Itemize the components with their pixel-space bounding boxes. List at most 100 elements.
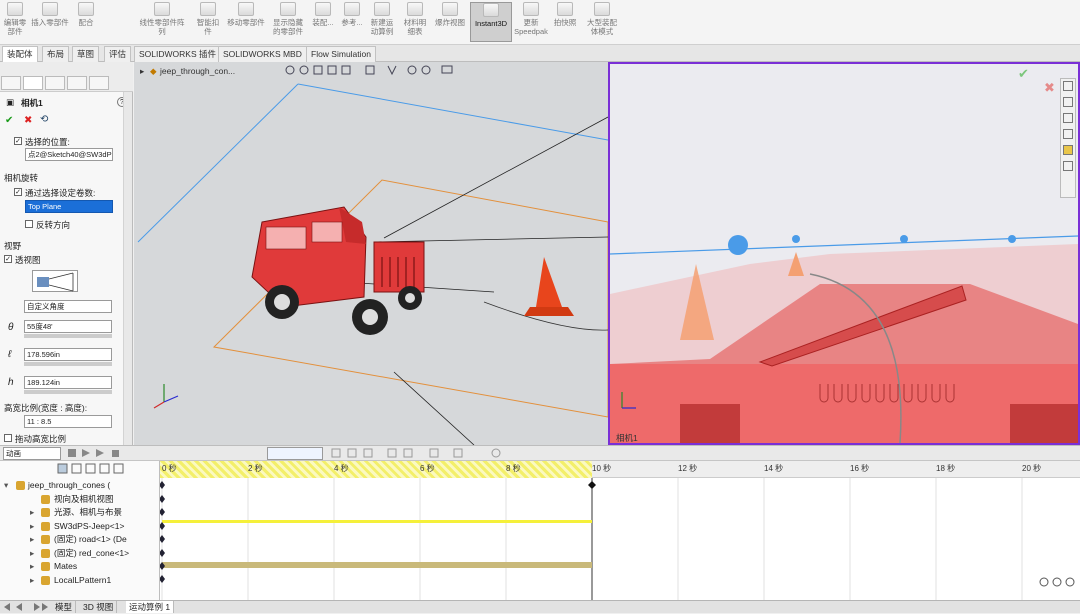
ribbon-button-label: 编辑零 部件 [3, 18, 27, 36]
ribbon-button-6[interactable]: 显示隐藏 的零部件 [270, 2, 306, 42]
motion-tools[interactable] [330, 448, 510, 459]
search-icon[interactable] [1063, 129, 1073, 139]
tree-row[interactable]: ▸ (固定) red_cone<1> [0, 547, 160, 560]
expand-toggle[interactable]: ▸ [30, 574, 34, 587]
rotation-selection[interactable]: Top Plane [25, 200, 113, 213]
task-pane-tabs[interactable] [1060, 78, 1076, 198]
expand-toggle[interactable]: ▸ [30, 547, 34, 560]
timeline-area[interactable]: 0 秒 2 秒 4 秒 6 秒 8 秒 10 秒 12 秒 14 秒 16 秒 18 秒 20 秒 [160, 461, 1080, 600]
tree-row[interactable]: ▸ (固定) road<1> (De [0, 533, 160, 546]
tab-1[interactable]: 布局 [42, 46, 70, 62]
assembly-icon [16, 481, 25, 490]
triad-axes [153, 384, 179, 409]
theta-field[interactable]: 55度48' [24, 320, 112, 333]
study-type-select[interactable]: 动画 [3, 447, 61, 460]
ribbon-button-1[interactable]: 插入零部件 [30, 2, 70, 42]
perspective-checkbox[interactable]: ✓ [4, 255, 12, 263]
playback-speed-select[interactable] [267, 447, 323, 460]
aspect-select[interactable]: 11 : 8.5 [24, 415, 112, 428]
bottom-tab-0[interactable]: 模型 [52, 601, 77, 613]
ribbon-button-5[interactable]: 移动零部件 [226, 2, 266, 42]
ribbon-tool-icon [483, 3, 499, 17]
display-manager-tab[interactable] [89, 76, 109, 90]
tab-3[interactable]: 评估 [104, 46, 132, 62]
theta-symbol: θ [8, 322, 14, 333]
position-checkbox[interactable]: ✓ [14, 137, 22, 145]
time-tick-label: 12 秒 [678, 464, 698, 473]
tab-2[interactable]: 草图 [72, 46, 100, 62]
tree-row[interactable]: ▸ 光源、相机与布景 [0, 506, 160, 519]
tree-row[interactable]: ▸ SW3dPS-Jeep<1> [0, 520, 160, 533]
timeline-ruler[interactable]: 0 秒 2 秒 4 秒 6 秒 8 秒 10 秒 12 秒 14 秒 16 秒 18 秒 20 秒 [160, 461, 1080, 478]
height-field[interactable]: 189.124in [24, 376, 112, 389]
ribbon-button-15[interactable]: 大型装配 体模式 [582, 2, 622, 42]
bottom-tab-2[interactable]: 运动算例 1 [126, 601, 175, 613]
height-slider[interactable] [24, 390, 112, 394]
ribbon-tool-icon [442, 2, 458, 16]
cancel-button[interactable]: ✖ [24, 115, 32, 126]
ribbon-button-11[interactable]: 爆炸视图 [432, 2, 468, 42]
keyframe-end [588, 481, 596, 489]
ribbon-button-2[interactable]: 配合 [74, 2, 98, 42]
tab-4[interactable]: SOLIDWORKS 插件 [134, 46, 221, 62]
expand-toggle[interactable]: ▾ [4, 479, 8, 492]
view-mode-select[interactable]: 自定义角度 [24, 300, 112, 313]
file-explorer-icon[interactable] [1063, 113, 1073, 123]
property-manager-tab[interactable] [23, 76, 43, 90]
flip-checkbox[interactable] [25, 220, 33, 228]
timeline-zoom-controls[interactable] [1038, 576, 1078, 588]
pushpin-button[interactable]: ⟲ [40, 114, 48, 125]
tree-filter-toolbar[interactable] [56, 463, 160, 475]
library-icon[interactable] [1063, 97, 1073, 107]
graphics-area[interactable]: ▸ ◆ jeep_through_con... [134, 62, 608, 445]
camera-viewport[interactable]: 相机1 ✔ ✖ [608, 62, 1080, 445]
ribbon-button-4[interactable]: 智能扣 件 [194, 2, 222, 42]
keyframe-start [160, 508, 165, 516]
custom-properties-icon[interactable] [1063, 161, 1073, 171]
drag-aspect-checkbox[interactable] [4, 434, 12, 442]
timeline-tracks[interactable] [160, 478, 1080, 600]
time-tick-label: 16 秒 [850, 464, 870, 473]
tree-row[interactable]: ▸ Mates [0, 560, 160, 573]
ribbon-button-label: 新建运 动算例 [370, 18, 394, 36]
distance-slider[interactable] [24, 362, 112, 366]
ribbon-button-12[interactable]: Instant3D [470, 2, 512, 42]
ribbon-button-7[interactable]: 装配... [310, 2, 336, 42]
expand-toggle[interactable]: ▸ [30, 520, 34, 533]
dimxpert-tab[interactable] [67, 76, 87, 90]
ribbon-button-3[interactable]: 线性零部件阵 列 [134, 2, 190, 42]
ribbon-button-10[interactable]: 材料明 细表 [402, 2, 428, 42]
tab-scroll-arrows[interactable] [2, 602, 48, 612]
home-icon[interactable] [1063, 81, 1073, 91]
ribbon-button-8[interactable]: 参考... [340, 2, 364, 42]
ribbon-button-0[interactable]: 编辑零 部件 [2, 2, 28, 42]
expand-toggle[interactable]: ▸ [30, 533, 34, 546]
ribbon-button-9[interactable]: 新建运 动算例 [368, 2, 396, 42]
distance-field[interactable]: 178.596in [24, 348, 112, 361]
theta-slider[interactable] [24, 334, 112, 338]
pm-scrollbar[interactable] [123, 92, 132, 445]
bottom-tab-1[interactable]: 3D 视图 [80, 601, 118, 613]
tree-row[interactable]: ▸ LocalLPattern1 [0, 574, 160, 587]
rotation-checkbox[interactable]: ✓ [14, 188, 22, 196]
playback-controls[interactable] [68, 448, 130, 459]
appearance-icon[interactable] [1063, 145, 1073, 155]
ribbon-button-13[interactable]: 更新 Speedpak [512, 2, 550, 42]
confirm-corner-ok[interactable]: ✔ [1018, 66, 1029, 82]
feature-manager-tab[interactable] [1, 76, 21, 90]
confirm-corner-cancel[interactable]: ✖ [1044, 80, 1055, 96]
tree-row[interactable]: 视向及相机视图 [0, 493, 160, 506]
tab-6[interactable]: Flow Simulation [306, 46, 376, 62]
ok-button[interactable]: ✔ [5, 115, 13, 126]
tab-0[interactable]: 装配体 [2, 46, 38, 62]
expand-toggle[interactable]: ▸ [30, 506, 34, 519]
config-manager-tab[interactable] [45, 76, 65, 90]
expand-toggle[interactable]: ▸ [30, 560, 34, 573]
tab-5[interactable]: SOLIDWORKS MBD [218, 46, 307, 62]
ribbon-button-label: 更新 Speedpak [514, 18, 548, 36]
part-icon [41, 548, 50, 558]
ribbon-button-14[interactable]: 拍快照 [552, 2, 578, 42]
position-field[interactable]: 点2@Sketch40@SW3dPS [25, 148, 113, 161]
tree-row[interactable]: ▾ jeep_through_cones ( [0, 479, 160, 492]
mates-icon [41, 562, 50, 571]
